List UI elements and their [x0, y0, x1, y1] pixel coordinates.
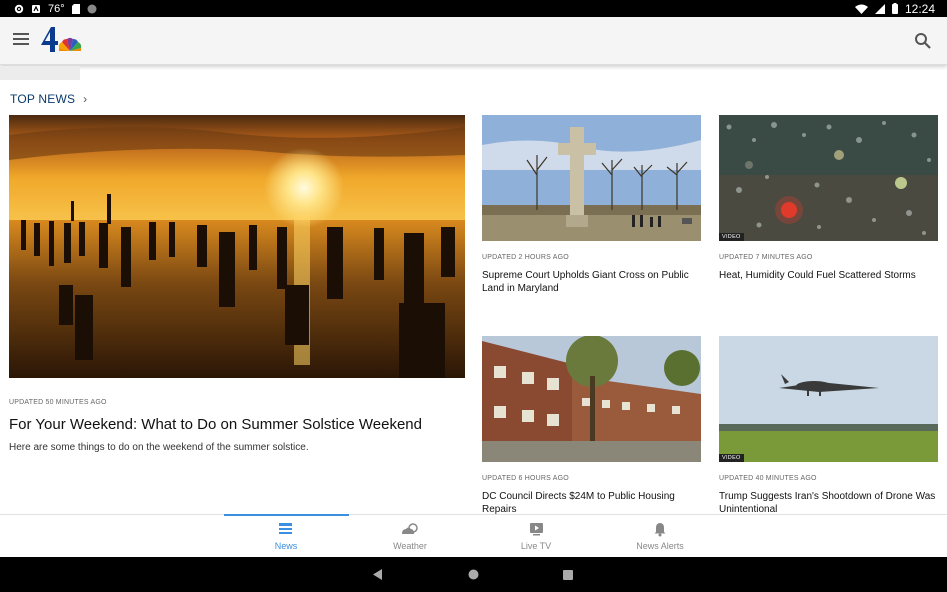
story-timestamp: UPDATED 2 HOURS AGO	[482, 254, 569, 261]
story-image-cross[interactable]	[482, 115, 701, 241]
menu-icon[interactable]	[13, 33, 29, 47]
tab-live-tv[interactable]: Live TV	[486, 521, 586, 551]
tab-news-alerts[interactable]: News Alerts	[610, 521, 710, 551]
story-card[interactable]: VIDEO UPDATED 7 MINUTES AGO Heat, Humidi…	[719, 115, 938, 283]
news-icon	[279, 523, 292, 534]
active-tab-indicator	[224, 514, 349, 516]
section-title: TOP NEWS	[10, 92, 76, 106]
story-timestamp: UPDATED 7 MINUTES AGO	[719, 254, 813, 261]
story-card[interactable]: VIDEO UPDATED 40 MINUTES AGO Trump Sugge…	[719, 336, 938, 516]
clock: 12:24	[904, 1, 935, 16]
tab-label: News	[274, 541, 298, 551]
story-timestamp: UPDATED 6 HOURS AGO	[482, 475, 569, 482]
tab-weather[interactable]: Weather	[360, 521, 460, 551]
story-headline[interactable]: Heat, Humidity Could Fuel Scattered Stor…	[719, 270, 938, 283]
story-image-housing[interactable]	[482, 336, 701, 462]
tab-label: Live TV	[520, 541, 552, 551]
live-tv-icon	[529, 523, 543, 536]
temperature: 76°	[48, 2, 65, 15]
bottom-navigation: News Weather Live TV News Alerts	[0, 514, 947, 557]
chevron-right-icon: ›	[83, 92, 88, 106]
recents-icon[interactable]	[563, 570, 573, 580]
wifi-icon	[854, 4, 868, 14]
status-bar: 76° 12:24	[0, 0, 947, 17]
weather-icon	[402, 523, 418, 534]
story-headline[interactable]: Supreme Court Upholds Giant Cross on Pub…	[482, 270, 701, 295]
story-card[interactable]: UPDATED 2 HOURS AGO Supreme Court Uphold…	[482, 115, 701, 295]
signal-icon	[874, 3, 885, 14]
divider	[0, 66, 80, 80]
gear-icon	[14, 4, 24, 13]
tab-label: News Alerts	[636, 541, 684, 551]
story-headline[interactable]: Trump Suggests Iran's Shootdown of Drone…	[719, 491, 938, 516]
tab-news[interactable]: News	[236, 521, 336, 551]
story-timestamp: UPDATED 40 MINUTES AGO	[719, 475, 817, 482]
circle-icon	[87, 4, 97, 13]
hero-headline[interactable]: For Your Weekend: What to Do on Summer S…	[9, 416, 465, 433]
story-headline[interactable]: DC Council Directs $24M to Public Housin…	[482, 491, 701, 516]
battery-icon	[891, 3, 898, 14]
hero-image-sunset-pier[interactable]	[9, 115, 465, 378]
search-icon[interactable]	[914, 32, 932, 50]
back-icon[interactable]	[373, 569, 383, 580]
tab-label: Weather	[393, 541, 427, 551]
bell-icon	[654, 523, 666, 537]
hero-timestamp: UPDATED 50 MINUTES AGO	[9, 399, 107, 406]
top-news-link[interactable]: TOP NEWS ›	[10, 92, 87, 106]
system-navigation-bar	[0, 557, 947, 592]
home-icon[interactable]	[468, 569, 479, 580]
app-bar	[0, 17, 947, 65]
sd-card-icon	[71, 3, 80, 14]
video-badge: VIDEO	[719, 233, 744, 241]
story-card[interactable]: UPDATED 6 HOURS AGO DC Council Directs $…	[482, 336, 701, 516]
video-badge: VIDEO	[719, 454, 744, 462]
nbc-4-logo[interactable]	[39, 25, 83, 57]
story-image-rain-window[interactable]: VIDEO	[719, 115, 938, 241]
story-image-drone[interactable]: VIDEO	[719, 336, 938, 462]
notification-icon	[32, 4, 40, 13]
hero-summary: Here are some things to do on the weeken…	[9, 442, 309, 453]
